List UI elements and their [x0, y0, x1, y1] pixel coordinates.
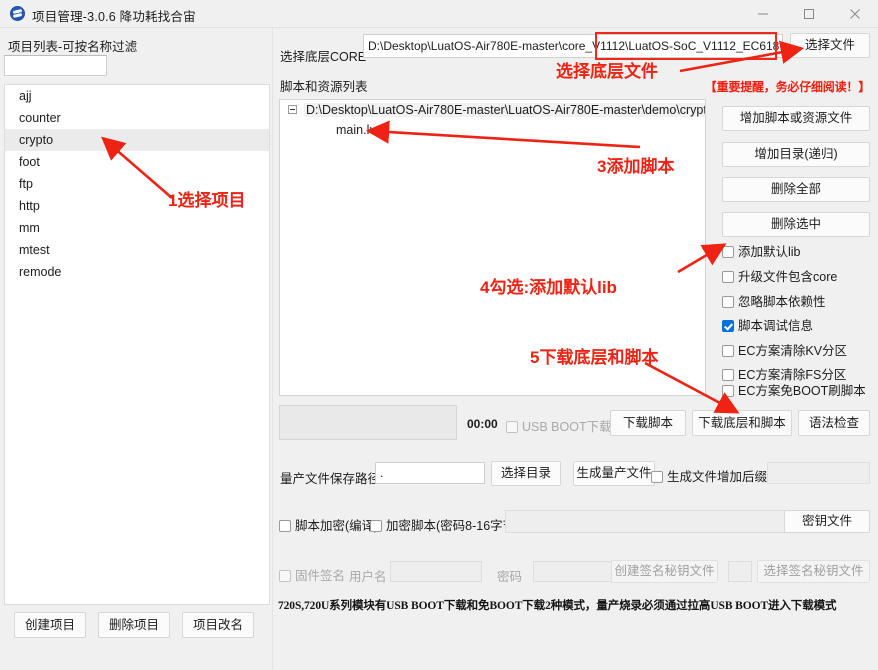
signature-password-label: 密码 [497, 570, 523, 584]
checkbox-add-default-lib[interactable]: 添加默认lib [722, 241, 878, 261]
checkbox-ec-bootless-flash-script[interactable]: EC方案免BOOT刷脚本 [722, 380, 878, 400]
download-script-button[interactable]: 下载脚本 [610, 410, 686, 436]
checkbox-box-icon[interactable] [722, 320, 734, 332]
project-action-buttons: 创建项目 删除项目 项目改名 [0, 612, 272, 642]
checkbox-box-icon[interactable] [279, 570, 291, 582]
tree-root-label: D:\Desktop\LuatOS-Air780E-master\LuatOS-… [304, 103, 705, 117]
panel-divider [272, 28, 273, 670]
maximize-button[interactable] [786, 0, 832, 27]
tree-child-node[interactable]: main.lua [280, 120, 705, 140]
checkbox-upgrade-include-core[interactable]: 升级文件包含core [722, 266, 878, 286]
checkbox-firmware-signature[interactable]: 固件签名 [279, 565, 345, 584]
key-file-button[interactable]: 密钥文件 [784, 510, 870, 533]
app-logo-icon [10, 6, 25, 21]
checkbox-label: EC方案免BOOT刷脚本 [738, 384, 866, 398]
project-list-item[interactable]: crypto [5, 129, 269, 151]
download-core-and-script-button[interactable]: 下载底层和脚本 [692, 410, 792, 436]
create-project-button[interactable]: 创建项目 [14, 612, 86, 638]
add-script-or-resource-button[interactable]: 增加脚本或资源文件 [722, 106, 870, 131]
choose-directory-button[interactable]: 选择目录 [491, 461, 561, 486]
checkbox-box-icon[interactable] [279, 520, 291, 532]
syntax-check-button[interactable]: 语法检查 [798, 410, 870, 436]
project-list-item[interactable]: mm [5, 217, 269, 239]
delete-selected-button[interactable]: 删除选中 [722, 212, 870, 237]
checkbox-box-icon[interactable] [506, 421, 518, 433]
tree-root-node[interactable]: D:\Desktop\LuatOS-Air780E-master\LuatOS-… [280, 100, 705, 120]
elapsed-timer: 00:00 [467, 417, 498, 431]
checkbox-script-encrypt-compile[interactable]: 脚本加密(编译) [279, 515, 378, 534]
checkbox-add-suffix-to-file[interactable]: 生成文件增加后缀 [651, 466, 767, 485]
add-directory-recursive-button[interactable]: 增加目录(递归) [722, 142, 870, 167]
project-list-item[interactable]: mtest [5, 239, 269, 261]
checkbox-label: USB BOOT下载 [522, 420, 612, 434]
core-select-label: 选择底层CORE [280, 50, 367, 64]
checkbox-label: 加密脚本(密码8-16字节) [386, 519, 520, 533]
minimize-button[interactable] [740, 0, 786, 27]
progress-bar [279, 405, 457, 440]
project-list[interactable]: ajj counter crypto foot ftp http mm mtest remode [4, 84, 270, 605]
checkbox-box-icon[interactable] [722, 296, 734, 308]
rename-project-button[interactable]: 项目改名 [182, 612, 254, 638]
annotation-1-select-project: 1选择项目 [168, 191, 246, 210]
annotation-4-check-add-default-lib: 4勾选:添加默认lib [480, 278, 617, 297]
project-list-item[interactable]: foot [5, 151, 269, 173]
project-list-label: 项目列表-可按名称过滤 [8, 40, 138, 54]
checkbox-label: 生成文件增加后缀 [667, 470, 768, 484]
window-title: 项目管理-3.0.6 降功耗找合宙 [32, 10, 196, 24]
checkbox-ec-clear-kv-partition[interactable]: EC方案清除KV分区 [722, 340, 878, 360]
mass-production-path-input[interactable] [375, 462, 485, 484]
signature-username-label: 用户名 [349, 570, 387, 584]
suffix-input[interactable] [767, 462, 870, 484]
checkbox-box-icon[interactable] [722, 246, 734, 258]
checkbox-box-icon[interactable] [651, 471, 663, 483]
project-list-item[interactable]: counter [5, 107, 269, 129]
checkbox-box-icon[interactable] [370, 520, 382, 532]
checkbox-label: 脚本调试信息 [738, 319, 814, 333]
checkbox-box-icon[interactable] [722, 345, 734, 357]
annotation-5-download-core-and-script: 5下载底层和脚本 [530, 348, 659, 367]
mass-production-path-label: 量产文件保存路径 [280, 472, 381, 486]
create-signature-key-file-button[interactable]: 创建签名秘钥文件 [611, 560, 718, 583]
annotation-3-add-script: 3添加脚本 [597, 157, 675, 176]
delete-all-button[interactable]: 删除全部 [722, 177, 870, 202]
annotation-2-select-core-file: 选择底层文件 [556, 62, 658, 81]
checkbox-label: 忽略脚本依赖性 [738, 295, 826, 309]
checkbox-label: EC方案清除KV分区 [738, 344, 848, 358]
checkbox-box-icon[interactable] [722, 385, 734, 397]
project-manager-window: 项目管理-3.0.6 降功耗找合宙 项目列表-可按名称过滤 ajj counter… [0, 0, 878, 670]
checkbox-box-icon[interactable] [722, 271, 734, 283]
important-warning-text: 【重要提醒，务必仔细阅读！】 [704, 80, 870, 94]
checkbox-usb-boot-download[interactable]: USB BOOT下载 [506, 416, 612, 435]
collapse-toggle-icon[interactable] [288, 105, 297, 114]
delete-project-button[interactable]: 删除项目 [98, 612, 170, 638]
project-filter-input[interactable] [4, 55, 107, 76]
checkbox-ignore-script-dependency[interactable]: 忽略脚本依赖性 [722, 291, 878, 311]
generate-mass-production-button[interactable]: 生成量产文件 [573, 461, 655, 486]
title-bar: 项目管理-3.0.6 降功耗找合宙 [0, 0, 878, 28]
footer-note: 720S,720U系列模块有USB BOOT下载和免BOOT下载2种模式，量产烧… [278, 600, 837, 612]
core-file-highlight-box [595, 32, 777, 60]
select-file-button[interactable]: 选择文件 [790, 33, 870, 58]
signature-key-path-field[interactable] [728, 561, 752, 582]
signature-username-input[interactable] [390, 561, 482, 582]
checkbox-label: 脚本加密(编译) [295, 519, 379, 533]
project-list-item[interactable]: ajj [5, 85, 269, 107]
select-signature-key-file-button[interactable]: 选择签名秘钥文件 [757, 560, 870, 583]
script-list-label: 脚本和资源列表 [280, 80, 368, 94]
close-button[interactable] [832, 0, 878, 27]
checkbox-encrypt-script-password[interactable]: 加密脚本(密码8-16字节) [370, 515, 519, 534]
checkbox-label: 固件签名 [295, 569, 346, 583]
project-list-item[interactable]: remode [5, 261, 269, 283]
core-path-prefix: D:\Desktop\LuatOS-Air780E-master\core_V1… [368, 39, 629, 53]
checkbox-script-debug-info[interactable]: 脚本调试信息 [722, 315, 878, 335]
checkbox-label: 升级文件包含core [738, 270, 838, 284]
checkbox-label: 添加默认lib [738, 245, 801, 259]
